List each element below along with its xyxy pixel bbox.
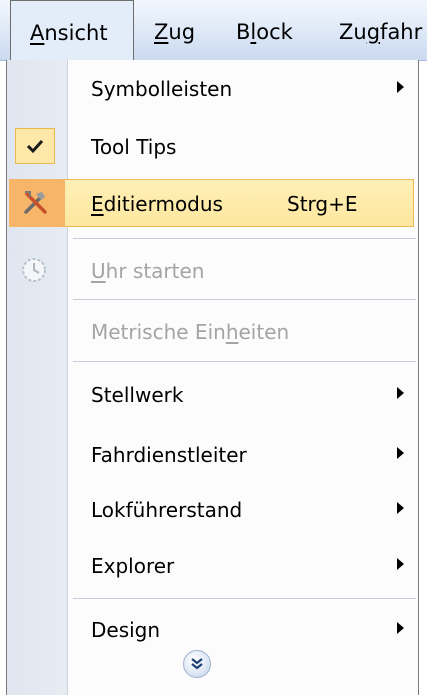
menu-item-label-rest: hr starten <box>105 259 205 283</box>
menu-block-label: ock <box>256 20 293 44</box>
menu-item-fahrdienstleiter[interactable]: Fahrdienstleiter <box>7 429 418 479</box>
submenu-arrow-icon <box>397 387 404 399</box>
menu-item-label: Tool Tips <box>91 135 177 159</box>
tools-icon <box>21 188 51 218</box>
menu-block-pre: B <box>236 20 251 44</box>
submenu-arrow-icon <box>397 558 404 570</box>
menu-item-stellwerk[interactable]: Stellwerk <box>7 369 418 419</box>
menu-zug[interactable]: Zug <box>154 0 195 61</box>
menu-zugfahr-pre: Zu <box>339 20 367 44</box>
menu-ansicht[interactable]: Ansicht <box>10 0 134 61</box>
menu-item-lokfuehrerstand[interactable]: Lokführerstand <box>7 484 418 534</box>
submenu-arrow-icon <box>397 81 404 93</box>
menu-item-label-rest: ditiermodus <box>103 192 223 216</box>
submenu-arrow-icon <box>397 622 404 634</box>
menu-item-label: Stellwerk <box>91 383 184 407</box>
menu-zug-mnemonic: Z <box>154 20 169 44</box>
menu-item-design[interactable]: Design <box>7 604 418 654</box>
clock-icon <box>19 255 49 285</box>
menu-item-editiermodus[interactable]: Editiermodus Strg+E <box>7 178 418 228</box>
menu-item-label: Symbolleisten <box>91 77 233 101</box>
menu-ansicht-label: nsicht <box>44 21 108 45</box>
menu-item-mnemonic: E <box>91 192 104 216</box>
submenu-arrow-icon <box>397 502 404 514</box>
ansicht-dropdown-menu: Symbolleisten Tool Tips Editiermodus Str… <box>6 60 419 695</box>
menu-item-mnemonic: h <box>225 320 239 344</box>
menu-bar: Ansicht Zug Block Zugfahr <box>0 0 427 61</box>
menu-ansicht-mnemonic: A <box>30 21 45 45</box>
menu-item-label: Lokführerstand <box>91 498 243 522</box>
check-icon <box>15 128 55 164</box>
menu-zugfahr[interactable]: Zugfahr <box>339 0 422 61</box>
menu-item-uhr-starten[interactable]: Uhr starten <box>7 245 418 295</box>
menu-item-label-rest: eiten <box>238 320 290 344</box>
menu-separator <box>73 238 416 239</box>
menu-item-shortcut: Strg+E <box>287 192 358 216</box>
menu-item-label-pre: Metrische Ein <box>91 320 226 344</box>
menu-item-explorer[interactable]: Explorer <box>7 540 418 590</box>
menu-item-label: Design <box>91 618 161 642</box>
menu-item-tool-tips[interactable]: Tool Tips <box>7 121 418 171</box>
menu-zugfahr-mnemonic: g <box>366 20 381 44</box>
menu-item-label: Fahrdienstleiter <box>91 443 247 467</box>
menu-block[interactable]: Block <box>236 0 293 61</box>
menu-separator <box>73 598 416 599</box>
menu-item-mnemonic: U <box>91 259 106 283</box>
submenu-arrow-icon <box>397 447 404 459</box>
double-chevron-down-icon[interactable] <box>183 650 211 678</box>
menu-item-label: Metrische Einheiten <box>91 306 289 356</box>
menu-zug-label: ug <box>168 20 196 44</box>
menu-item-symbolleisten[interactable]: Symbolleisten <box>7 63 418 113</box>
menu-separator <box>73 299 416 300</box>
menu-item-metrische-einheiten[interactable]: Metrische Einheiten <box>7 306 418 356</box>
menu-item-label: Editiermodus <box>91 178 223 228</box>
menu-zugfahr-label: fahr <box>380 20 423 44</box>
menu-item-label: Explorer <box>91 554 175 578</box>
menu-separator <box>73 361 416 362</box>
menu-item-label: Uhr starten <box>91 245 204 295</box>
